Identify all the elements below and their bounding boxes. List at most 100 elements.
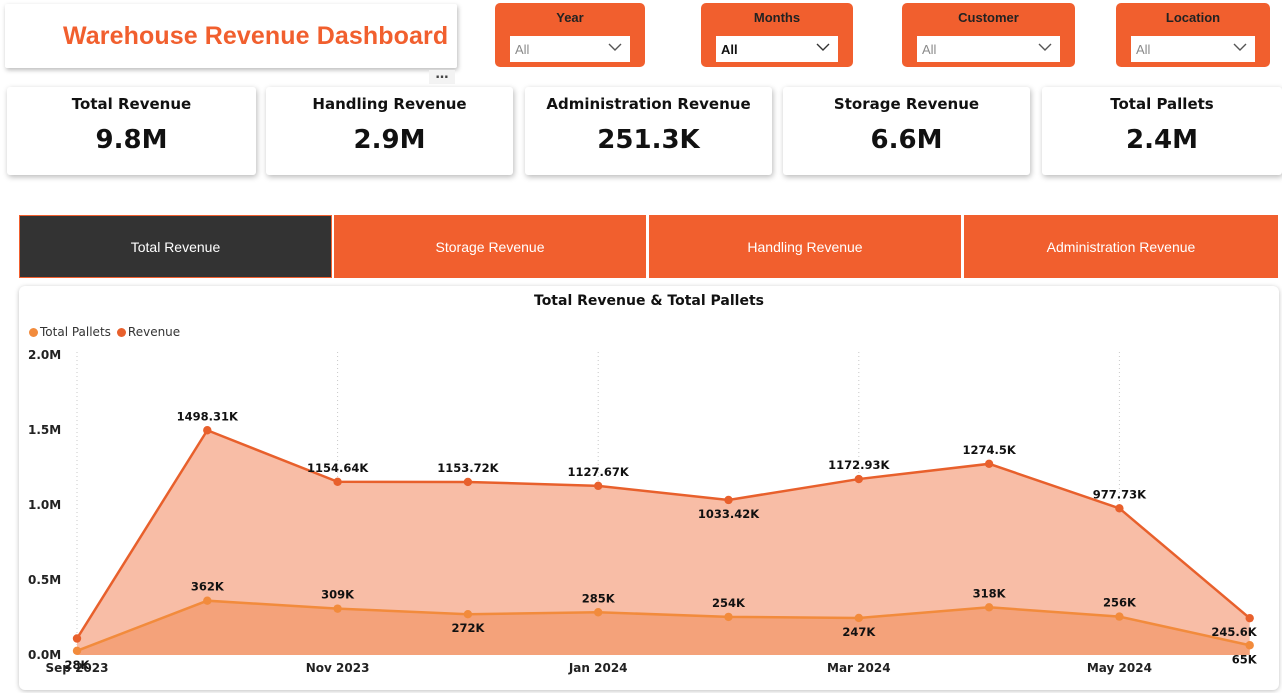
slicer-months-label: Months bbox=[753, 10, 801, 25]
slicer-location-dropdown[interactable]: All bbox=[1131, 36, 1255, 62]
pallets-point bbox=[984, 603, 994, 612]
legend-label-revenue: Revenue bbox=[127, 325, 181, 339]
revenue-point bbox=[594, 481, 603, 491]
pallets-point bbox=[724, 612, 733, 622]
legend-label-pallets: Total Pallets bbox=[40, 325, 111, 339]
slicer-months: Months All bbox=[701, 3, 853, 67]
legend-dot-icon bbox=[116, 327, 126, 337]
kpi-total-revenue: Total Revenue 9.8M bbox=[7, 87, 256, 175]
revenue-data-label: 1172.93K bbox=[828, 458, 890, 472]
dashboard-title-card: Warehouse Revenue Dashboard bbox=[5, 4, 457, 68]
revenue-point bbox=[203, 426, 212, 435]
revenue-data-label: 245.6K bbox=[1211, 625, 1257, 639]
revenue-point bbox=[724, 495, 733, 505]
revenue-point bbox=[1115, 504, 1124, 513]
pallets-data-label: 247K bbox=[842, 625, 876, 639]
tab-total-revenue[interactable]: Total Revenue bbox=[19, 215, 332, 278]
tab-handling-revenue[interactable]: Handling Revenue bbox=[649, 215, 961, 278]
pallets-data-label: 254K bbox=[712, 596, 746, 610]
pallets-data-label: 65K bbox=[1232, 652, 1258, 666]
tab-storage-revenue[interactable]: Storage Revenue bbox=[334, 215, 646, 278]
kpi-value: 6.6M bbox=[870, 125, 943, 155]
slicer-year: Year All bbox=[495, 3, 645, 67]
revenue-point bbox=[854, 474, 863, 484]
slicer-year-dropdown[interactable]: All bbox=[510, 36, 630, 62]
revenue-point bbox=[984, 459, 994, 469]
chevron-down-icon bbox=[1233, 43, 1247, 51]
revenue-data-label: 1154.64K bbox=[307, 461, 369, 475]
revenue-data-label: 1498.31K bbox=[177, 409, 239, 423]
kpi-handling-revenue: Handling Revenue 2.9M bbox=[266, 87, 513, 175]
pallets-point bbox=[463, 610, 473, 619]
revenue-pallets-chart: 0.0M0.5M1.0M1.5M2.0M28K362K309K272K285K 2… bbox=[28, 348, 1258, 675]
pallets-data-label: 285K bbox=[582, 591, 616, 605]
revenue-data-label: 1153.72K bbox=[437, 461, 499, 475]
kpi-total-pallets: Total Pallets 2.4M bbox=[1042, 87, 1282, 175]
y-tick-label: 0.5M bbox=[28, 573, 61, 587]
slicer-customer-label: Customer bbox=[958, 10, 1019, 25]
pallets-data-label: 256K bbox=[1103, 596, 1137, 610]
y-tick-label: 0.0M bbox=[28, 648, 61, 662]
pallets-data-label: 309K bbox=[321, 588, 355, 602]
slicer-year-value: All bbox=[515, 41, 530, 57]
chevron-down-icon bbox=[608, 43, 622, 51]
tab-administration-revenue[interactable]: Administration Revenue bbox=[964, 215, 1278, 278]
kpi-label: Total Pallets bbox=[1110, 95, 1214, 113]
revenue-data-label: 1274.5K bbox=[962, 443, 1016, 457]
y-tick-label: 2.0M bbox=[28, 348, 61, 362]
pallets-point bbox=[72, 646, 82, 655]
slicer-customer-dropdown[interactable]: All bbox=[917, 36, 1060, 62]
revenue-data-label: 1127.67K bbox=[568, 465, 630, 479]
pallets-point bbox=[1245, 641, 1254, 650]
y-tick-label: 1.0M bbox=[28, 498, 61, 512]
dashboard-title: Warehouse Revenue Dashboard bbox=[63, 21, 449, 50]
revenue-point bbox=[1245, 613, 1254, 623]
chevron-down-icon bbox=[816, 43, 830, 51]
y-tick-label: 1.5M bbox=[28, 423, 61, 437]
pallets-point bbox=[203, 596, 212, 605]
revenue-pallets-chart-card: 0.0M 0.5M 1.0M 1.5M 2.0M 28K 362K 309K 272K 285K 2… bbox=[19, 286, 1279, 690]
kpi-value: 2.4M bbox=[1126, 125, 1198, 155]
x-tick-label: Sep 2023 bbox=[46, 661, 109, 675]
revenue-data-label: 1033.42K bbox=[698, 507, 760, 521]
x-tick-label: Jan 2024 bbox=[568, 661, 628, 675]
pallets-point bbox=[854, 613, 863, 623]
kpi-value: 251.3K bbox=[597, 125, 700, 155]
pallets-point bbox=[594, 608, 603, 617]
slicer-location: Location All bbox=[1116, 3, 1270, 67]
chart-title: Total Revenue & Total Pallets bbox=[534, 293, 764, 309]
kpi-label: Administration Revenue bbox=[546, 95, 751, 113]
kpi-administration-revenue: Administration Revenue 251.3K bbox=[525, 87, 772, 175]
x-tick-label: Nov 2023 bbox=[306, 661, 370, 675]
slicer-months-value: All bbox=[721, 41, 738, 57]
kpi-label: Storage Revenue bbox=[833, 95, 980, 113]
chart-legend: Total Pallets Revenue bbox=[29, 325, 180, 339]
slicer-customer: Customer All bbox=[902, 3, 1075, 67]
x-tick-label: Mar 2024 bbox=[827, 661, 891, 675]
chevron-down-icon bbox=[1038, 43, 1052, 51]
slicer-location-label: Location bbox=[1165, 10, 1221, 25]
x-tick-label: May 2024 bbox=[1087, 661, 1152, 675]
revenue-point bbox=[72, 634, 82, 643]
pallets-point bbox=[333, 604, 342, 613]
slicer-customer-value: All bbox=[922, 41, 937, 57]
kpi-label: Total Revenue bbox=[71, 95, 192, 113]
kpi-storage-revenue: Storage Revenue 6.6M bbox=[783, 87, 1030, 175]
revenue-point bbox=[463, 477, 473, 487]
pallets-data-label: 362K bbox=[191, 580, 225, 594]
kpi-value: 9.8M bbox=[95, 125, 168, 155]
pallets-data-label: 272K bbox=[451, 621, 485, 635]
legend-dot-icon bbox=[29, 327, 38, 337]
revenue-point bbox=[333, 477, 342, 487]
kpi-value: 2.9M bbox=[353, 125, 426, 155]
slicer-location-value: All bbox=[1136, 41, 1151, 57]
revenue-data-label: 977.73K bbox=[1093, 487, 1147, 501]
legend-item-pallets[interactable]: Total Pallets bbox=[29, 325, 111, 339]
legend-item-revenue[interactable]: Revenue bbox=[116, 325, 181, 339]
pallets-data-label: 318K bbox=[973, 586, 1007, 600]
slicer-year-label: Year bbox=[556, 10, 584, 25]
slicer-months-dropdown[interactable]: All bbox=[716, 36, 838, 62]
pallets-point bbox=[1115, 612, 1124, 621]
kpi-label: Handling Revenue bbox=[312, 95, 467, 113]
more-options-icon[interactable]: … bbox=[429, 68, 455, 84]
